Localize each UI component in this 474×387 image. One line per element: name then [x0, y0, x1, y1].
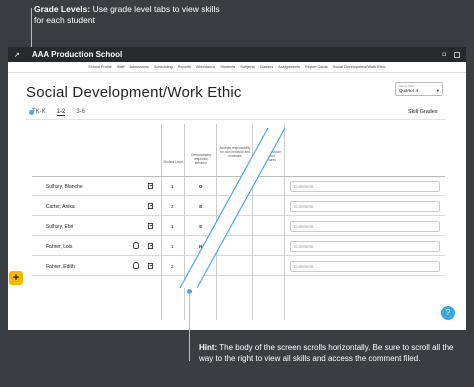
skill-grade[interactable]: N	[199, 244, 202, 249]
badge-icon[interactable]	[133, 262, 139, 269]
tab-1-2[interactable]: 1-2	[56, 109, 66, 116]
table-row[interactable]: Fahrer, Lois 1 N Comment	[32, 237, 445, 256]
main-nav: School Profile Staff Admissions Scheduli…	[8, 62, 466, 73]
nav-item-social-development[interactable]: Social Development/Work Ethic	[333, 65, 386, 69]
header-skill-2: Accepts responsibility for own behavior …	[219, 146, 251, 158]
tab-tk-k[interactable]: TK-K	[32, 109, 46, 116]
student-name[interactable]: Carter, Anika	[46, 204, 75, 210]
term-select[interactable]: Select Term Quarter 4 ▾	[395, 82, 443, 96]
student-level: 1	[171, 244, 174, 249]
callout-bottom-line	[189, 293, 190, 361]
badge-icon[interactable]	[133, 242, 139, 249]
page-title: Social Development/Work Ethic	[26, 84, 242, 101]
comment-field[interactable]: Comment	[290, 221, 440, 232]
term-select-value: Quarter 4	[399, 88, 419, 93]
nav-item-students[interactable]: Students	[220, 65, 235, 69]
callout-top-title: Grade Levels:	[34, 4, 91, 14]
table-row[interactable]: Fahrer, Edith 2 N Comment	[32, 257, 445, 276]
school-name: AAA Production School	[31, 50, 123, 59]
hint-callout: Hint: The body of the screen scrolls hor…	[199, 343, 467, 364]
comment-field[interactable]: Comment	[290, 181, 440, 192]
document-icon[interactable]	[148, 203, 153, 209]
skill-grade[interactable]: S	[199, 224, 202, 229]
nav-item-staff[interactable]: Staff	[117, 65, 125, 69]
header-student-level: Student Level	[163, 160, 183, 164]
student-name[interactable]: Fahrer, Edith	[46, 264, 75, 270]
document-icon[interactable]	[148, 223, 153, 229]
nav-item-attendance[interactable]: Attendance	[196, 65, 215, 69]
help-button[interactable]: ?	[441, 306, 455, 320]
student-level: 1	[171, 224, 174, 229]
camera-icon[interactable]: ◘	[442, 52, 446, 58]
tab-3-6[interactable]: 3-6	[76, 109, 85, 116]
nav-item-subjects[interactable]: Subjects	[240, 65, 255, 69]
student-name[interactable]: Sullsey, Blanche	[46, 184, 83, 190]
student-level: 2	[171, 204, 174, 209]
grade-level-tabs: TK-K 1-2 3-6	[32, 109, 85, 116]
student-name[interactable]: Sullsey, Ebri	[46, 224, 73, 230]
header-skill-1: Demonstrates respectful behavior	[191, 153, 211, 165]
tabs-divider	[26, 119, 446, 120]
app-window: ↗ AAA Production School ◘ School Profile…	[8, 47, 466, 330]
grade-levels-callout: Grade Levels: Use grade level tabs to vi…	[34, 4, 224, 26]
skill-grades-button[interactable]: Skill Grades	[408, 109, 438, 115]
chevron-down-icon: ▾	[436, 88, 439, 93]
nav-item-classes[interactable]: Classes	[260, 65, 274, 69]
document-icon[interactable]	[148, 183, 153, 189]
window-icon[interactable]	[454, 51, 460, 58]
nav-item-report-cards[interactable]: Report Cards	[305, 65, 328, 69]
student-level: 2	[171, 264, 174, 269]
comment-field[interactable]: Comment	[290, 241, 440, 252]
skill-grade[interactable]: O	[199, 184, 203, 189]
student-level: 1	[171, 184, 174, 189]
header-skill-3: Follows classroom rules and procedures	[254, 150, 282, 162]
callout-top-dot	[29, 110, 34, 115]
student-name[interactable]: Fahrer, Lois	[46, 244, 72, 250]
add-button[interactable]: +	[9, 271, 23, 285]
arrow-icon[interactable]: ↗	[14, 51, 20, 59]
nav-item-admissions[interactable]: Admissions	[129, 65, 148, 69]
callout-bottom-text: The body of the screen scrolls horizonta…	[199, 343, 454, 363]
table-row[interactable]: Carter, Anika 2 S Comment	[32, 197, 445, 216]
comment-field[interactable]: Comment	[290, 261, 440, 272]
table-row[interactable]: Sullsey, Ebri 1 S Comment	[32, 217, 445, 236]
comment-field[interactable]: Comment	[290, 201, 440, 212]
nav-item-assignments[interactable]: Assignments	[278, 65, 300, 69]
document-icon[interactable]	[148, 243, 153, 249]
title-bar: ↗ AAA Production School ◘	[8, 47, 466, 62]
skill-grade[interactable]: N	[199, 264, 202, 269]
document-icon[interactable]	[148, 263, 153, 269]
nav-item-reports[interactable]: Reports	[178, 65, 191, 69]
table-row[interactable]: Sullsey, Blanche 1 O Comment	[32, 177, 445, 196]
callout-bottom-title: Hint:	[199, 343, 218, 352]
nav-item-school-profile[interactable]: School Profile	[88, 65, 111, 69]
skill-grade[interactable]: S	[199, 204, 202, 209]
nav-item-scheduling[interactable]: Scheduling	[154, 65, 173, 69]
